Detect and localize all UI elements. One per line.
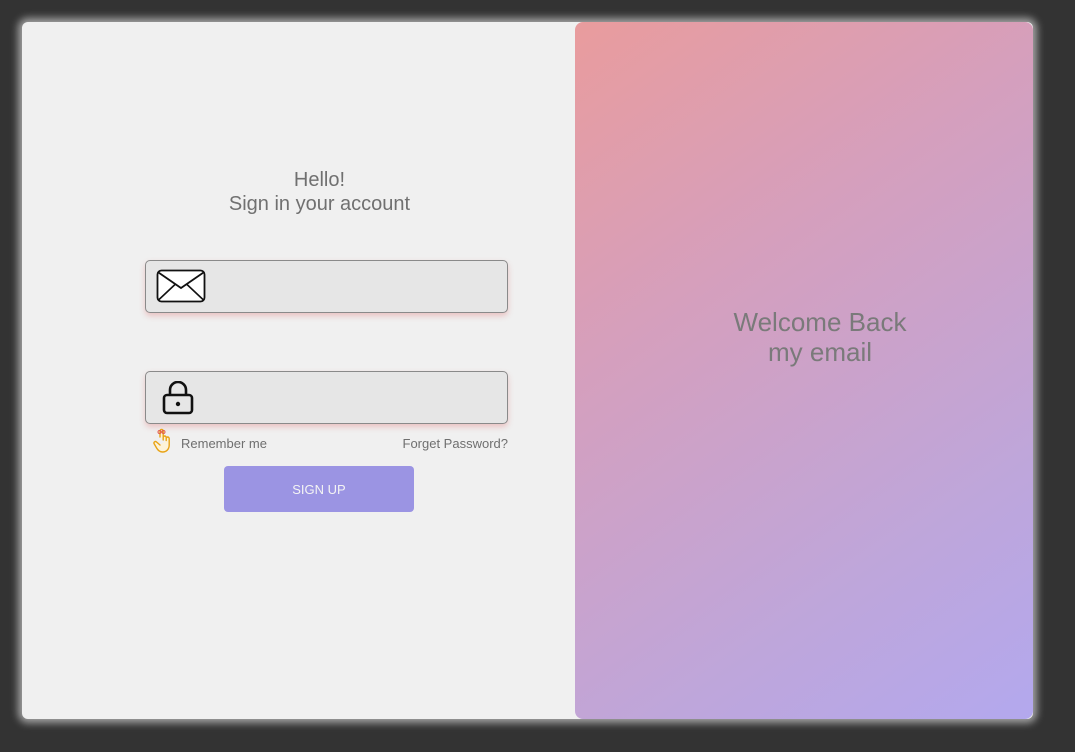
signin-panel: Hello! Sign in your account Remember me …: [22, 22, 575, 719]
password-input[interactable]: [216, 380, 500, 416]
email-field[interactable]: [145, 260, 508, 313]
login-card: Hello! Sign in your account Remember me …: [22, 22, 1033, 719]
password-field[interactable]: [145, 371, 508, 424]
welcome-message: Welcome Back my email: [642, 307, 998, 367]
email-input[interactable]: [216, 269, 500, 305]
welcome-panel: Welcome Back my email: [575, 22, 1033, 719]
forgot-password-link[interactable]: Forget Password?: [403, 436, 509, 451]
welcome-subtitle: my email: [767, 337, 872, 367]
greeting-subtitle: Sign in your account: [228, 193, 411, 215]
sign-up-button[interactable]: SIGN UP: [224, 466, 414, 512]
pointing-hand-icon[interactable]: [152, 428, 174, 459]
greeting-title: Hello!: [293, 169, 346, 191]
login-options: Remember me Forget Password?: [152, 428, 508, 454]
envelope-icon: [156, 269, 206, 308]
welcome-title: Welcome Back: [733, 307, 907, 337]
remember-me-label: Remember me: [181, 436, 267, 451]
lock-icon: [162, 380, 194, 420]
greeting: Hello! Sign in your account: [22, 168, 617, 216]
